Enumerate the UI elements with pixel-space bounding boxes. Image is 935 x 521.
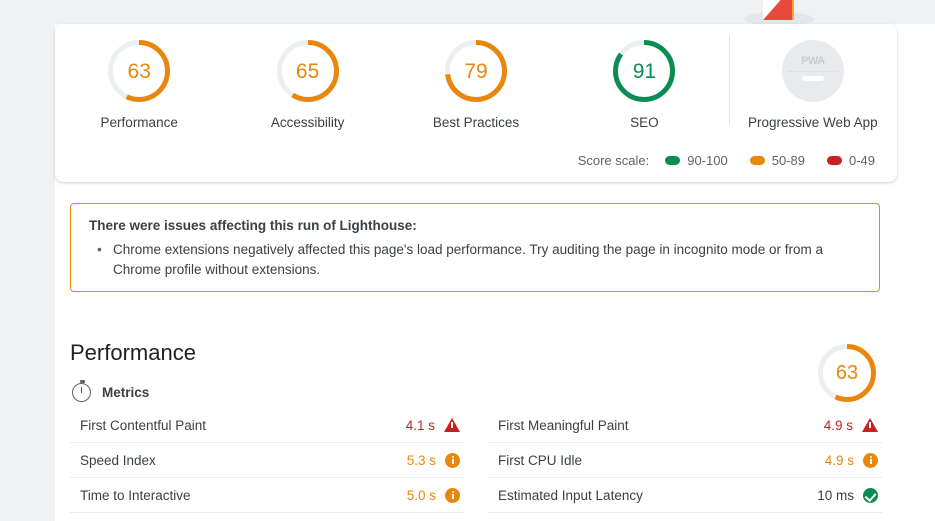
pass-check-icon (863, 487, 878, 503)
scores-card: 63 Performance 65 Accessibility 79 Best Pract… (55, 24, 897, 182)
score-gauge-ring: 91 (613, 40, 676, 102)
pwa-badge-label: PWA (801, 55, 825, 67)
performance-score-gauge: 63 (818, 344, 876, 402)
score-gauge-label: Accessibility (270, 115, 345, 130)
logo-flag-triangle (763, 0, 793, 20)
metric-name: Speed Index (80, 452, 156, 468)
score-scale-item: 90-100 (665, 153, 728, 168)
metric-value-group: 4.9 s (824, 418, 878, 433)
metric-row[interactable]: Speed Index 5.3 s (70, 443, 464, 478)
info-circle-icon[interactable] (863, 452, 878, 468)
metric-value: 10 ms (817, 487, 854, 503)
score-gauge-performance[interactable]: 63 Performance (55, 24, 223, 130)
info-circle-icon[interactable] (445, 487, 460, 503)
metrics-column: First Meaningful Paint 4.9 s First CPU Idl… (488, 408, 882, 513)
performance-section-title: Performance (70, 340, 196, 365)
score-gauge-label: SEO (630, 115, 659, 130)
score-scale-title: Score scale: (577, 153, 650, 168)
run-warnings-list: Chrome extensions negatively affected th… (89, 239, 861, 280)
score-scale-range: 50-89 (771, 153, 805, 168)
page-background-left (0, 0, 55, 521)
metric-value-group: 4.1 s (406, 418, 460, 433)
metric-value: 5.3 s (406, 452, 436, 468)
warning-triangle-icon (444, 418, 460, 432)
score-scale-item: 50-89 (749, 153, 805, 168)
metric-name: Time to Interactive (80, 487, 191, 503)
run-warning-item: Chrome extensions negatively affected th… (89, 239, 861, 280)
metric-row[interactable]: First CPU Idle 4.9 s (488, 443, 882, 478)
metrics-header-label: Metrics (102, 385, 150, 400)
metric-row[interactable]: First Meaningful Paint 4.9 s (488, 408, 882, 443)
pwa-badge-dash (801, 76, 824, 81)
metric-row[interactable]: First Contentful Paint 4.1 s (70, 408, 464, 443)
score-gauge-progressive-web-app[interactable]: PWA Progressive Web App (728, 24, 897, 130)
score-gauge-accessibility[interactable]: 65 Accessibility (223, 24, 391, 130)
score-gauge-label: Progressive Web App (748, 115, 878, 130)
score-gauge-ring: 65 (276, 40, 339, 102)
score-scale-range: 90-100 (687, 153, 728, 168)
score-gauge-value: 63 (127, 59, 151, 83)
metric-value-group: 5.0 s (406, 487, 460, 503)
performance-score-value: 63 (835, 362, 859, 384)
score-gauges-row: 63 Performance 65 Accessibility 79 Best Pract… (55, 24, 897, 138)
metric-value: 4.9 s (823, 417, 853, 433)
metric-name: First CPU Idle (498, 452, 583, 468)
score-scale-range: 0-49 (848, 153, 875, 168)
metric-row[interactable]: Estimated Input Latency 10 ms (488, 478, 882, 513)
score-gauge-seo[interactable]: 91 SEO (560, 24, 728, 130)
metric-value-group: 4.9 s (824, 452, 878, 468)
metric-row[interactable]: Time to Interactive 5.0 s (70, 478, 464, 513)
score-gauge-best-practices[interactable]: 79 Best Practices (392, 24, 560, 130)
metric-value-group: 10 ms (817, 487, 878, 503)
run-warnings-title: There were issues affecting this run of … (89, 218, 417, 233)
pwa-badge-icon: PWA (781, 40, 844, 102)
score-gauge-ring: 79 (445, 40, 508, 102)
lighthouse-logo-icon (744, 0, 814, 26)
stopwatch-icon (72, 380, 91, 402)
score-scale-pill-icon (826, 156, 842, 165)
score-gauge-value: 91 (632, 59, 657, 83)
score-gauge-ring: 63 (108, 40, 171, 102)
run-warnings-box: There were issues affecting this run of … (70, 203, 880, 292)
metric-name: First Meaningful Paint (498, 417, 629, 433)
lighthouse-report: 63 Performance 65 Accessibility 79 Best Pract… (0, 0, 935, 521)
warning-triangle-icon (862, 418, 878, 432)
score-gauge-label: Performance (100, 115, 178, 130)
score-gauge-label: Best Practices (432, 115, 520, 130)
info-circle-icon[interactable] (445, 452, 460, 468)
score-scale-item: 0-49 (826, 153, 875, 168)
metrics-columns: First Contentful Paint 4.1 s Speed Index 5.… (70, 408, 882, 513)
metric-value: 4.1 s (405, 417, 435, 433)
score-gauge-value: 79 (464, 59, 488, 83)
score-scale-pill-icon (665, 156, 681, 165)
metric-value: 4.9 s (824, 452, 854, 468)
score-gauge-value: 65 (295, 59, 320, 83)
metrics-header[interactable]: Metrics (72, 380, 150, 402)
metrics-column: First Contentful Paint 4.1 s Speed Index 5.… (70, 408, 464, 513)
score-scale-pill-icon (749, 156, 765, 165)
pwa-badge-dotted-line (787, 71, 838, 72)
metric-name: Estimated Input Latency (498, 487, 643, 503)
metric-value-group: 5.3 s (406, 452, 460, 468)
metric-value: 5.0 s (406, 487, 436, 503)
metric-name: First Contentful Paint (80, 417, 207, 433)
logo-flag-edge (792, 0, 794, 20)
score-scale: Score scale: 90-100 50-89 0-49 (578, 153, 875, 168)
